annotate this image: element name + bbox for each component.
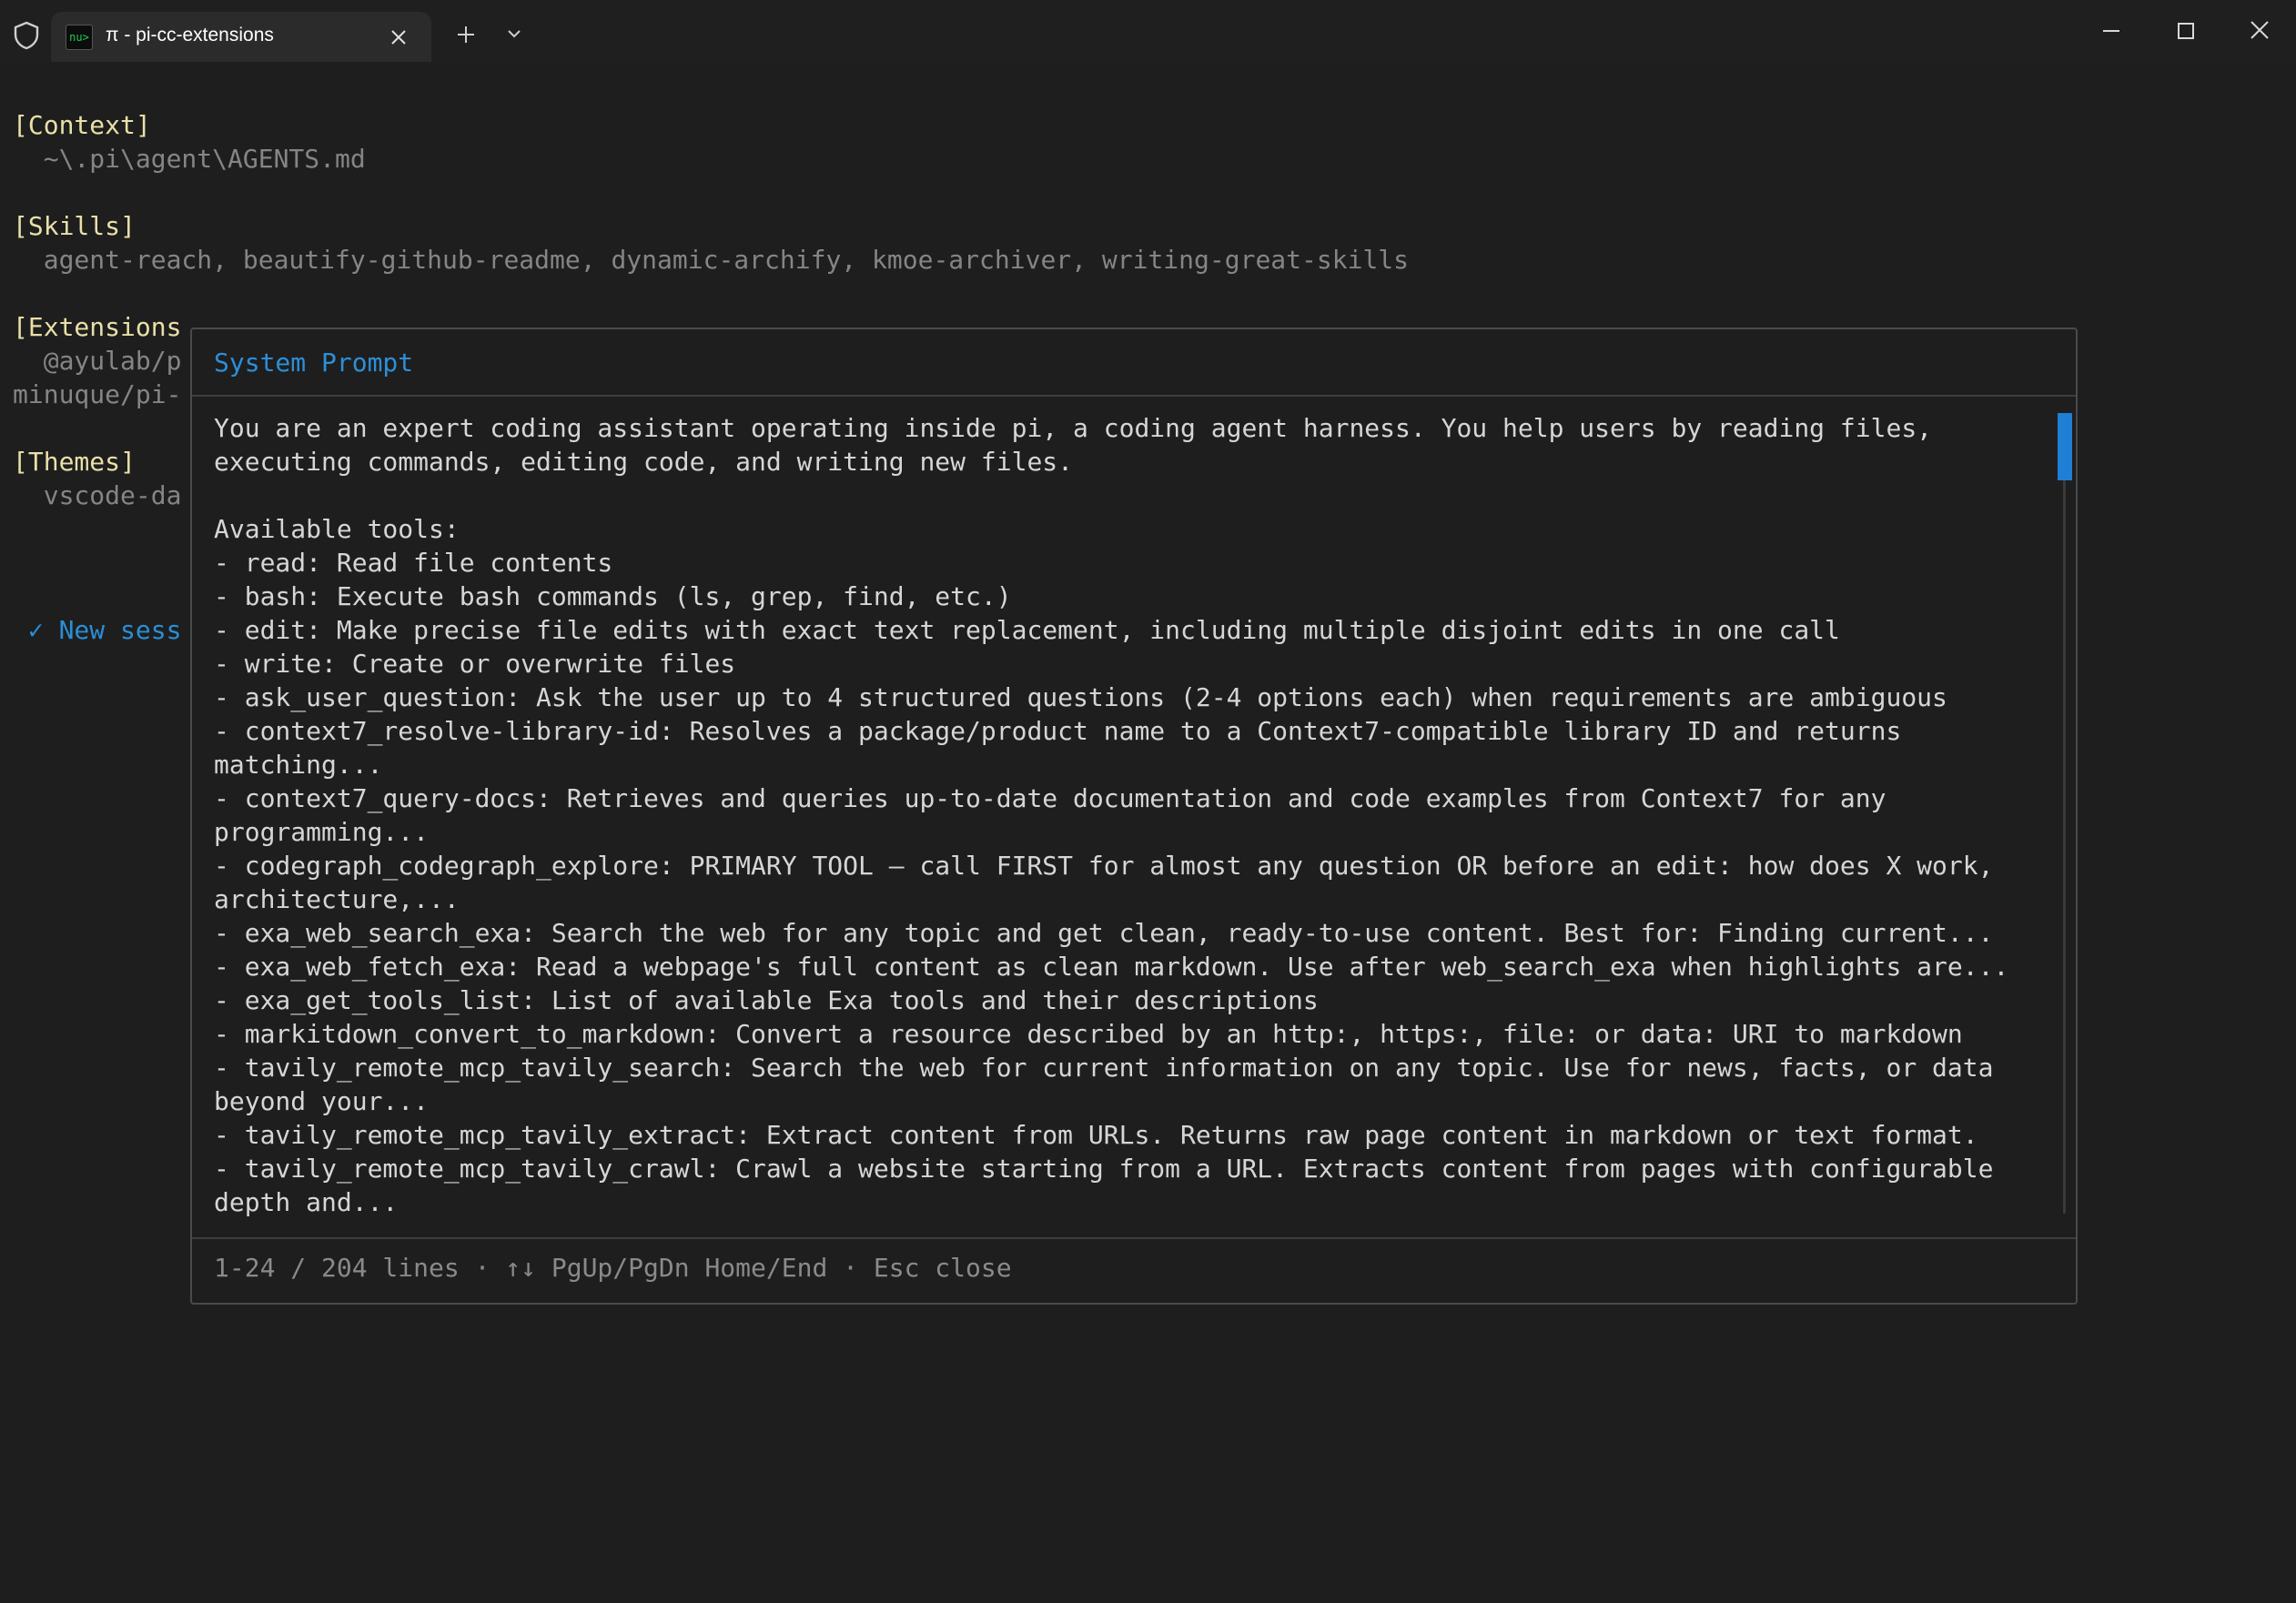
extensions-line-2: minuque/pi-	[13, 379, 182, 409]
scrollbar-thumb[interactable]	[2058, 413, 2072, 480]
tab-terminal[interactable]: nu> π - pi-cc-extensions	[51, 12, 431, 62]
context-header: [Context]	[13, 110, 151, 140]
prompt-line: - write: Create or overwrite files	[214, 649, 736, 679]
prompt-line: - tavily_remote_mcp_tavily_search: Searc…	[214, 1053, 1994, 1083]
tab-title: π - pi-cc-extensions	[106, 25, 274, 45]
prompt-line: - read: Read file contents	[214, 548, 613, 578]
modal-divider-bottom	[192, 1237, 2076, 1239]
scrollbar-track[interactable]	[2063, 413, 2066, 1214]
prompt-line: beyond your...	[214, 1086, 430, 1116]
system-prompt-modal[interactable]: System Prompt You are an expert coding a…	[190, 328, 2078, 1305]
modal-title: System Prompt	[214, 348, 414, 378]
skills-header: [Skills]	[13, 211, 136, 241]
close-icon[interactable]	[388, 26, 410, 48]
modal-footer-hint: 1-24 / 204 lines · ↑↓ PgUp/PgDn Home/End…	[214, 1253, 1012, 1283]
maximize-icon[interactable]	[2175, 20, 2197, 42]
prompt-line	[214, 479, 2034, 512]
minimize-icon[interactable]	[2100, 20, 2122, 42]
prompt-line: Available tools:	[214, 514, 460, 544]
prompt-line: - tavily_remote_mcp_tavily_crawl: Crawl …	[214, 1154, 1994, 1184]
prompt-line: - context7_resolve-library-id: Resolves …	[214, 716, 1902, 746]
prompt-line: - exa_get_tools_list: List of available …	[214, 985, 1319, 1015]
extensions-line-1: @ayulab/p	[13, 346, 182, 376]
plus-icon[interactable]	[455, 24, 477, 45]
window-close-icon[interactable]	[2248, 18, 2271, 42]
terminal-app-icon: nu>	[66, 25, 93, 50]
themes-header: [Themes]	[13, 447, 136, 477]
prompt-line: executing commands, editing code, and wr…	[214, 447, 1074, 477]
prompt-line: - exa_web_fetch_exa: Read a webpage's fu…	[214, 952, 2009, 982]
modal-divider-top	[192, 395, 2076, 397]
prompt-line: - ask_user_question: Ask the user up to …	[214, 682, 1947, 712]
title-bar: nu> π - pi-cc-extensions	[0, 0, 2296, 62]
prompt-line: matching...	[214, 750, 383, 780]
new-session-status: ✓ New sess	[13, 615, 182, 645]
themes-value: vscode-da	[13, 480, 182, 510]
prompt-line: - bash: Execute bash commands (ls, grep,…	[214, 581, 1012, 611]
prompt-line: - codegraph_codegraph_explore: PRIMARY T…	[214, 851, 1994, 881]
extensions-header: [Extensions	[13, 312, 182, 342]
prompt-line: - exa_web_search_exa: Search the web for…	[214, 918, 1994, 948]
chevron-down-icon[interactable]	[506, 27, 522, 40]
prompt-line: - edit: Make precise file edits with exa…	[214, 615, 1840, 645]
skills-value: agent-reach, beautify-github-readme, dyn…	[13, 245, 1410, 275]
prompt-line: - tavily_remote_mcp_tavily_extract: Extr…	[214, 1120, 1978, 1150]
prompt-line: - markitdown_convert_to_markdown: Conver…	[214, 1019, 1963, 1049]
prompt-line: - context7_query-docs: Retrieves and que…	[214, 783, 1886, 813]
prompt-line: You are an expert coding assistant opera…	[214, 413, 1933, 443]
system-prompt-text[interactable]: You are an expert coding assistant opera…	[214, 411, 2034, 1219]
prompt-line: programming...	[214, 817, 430, 847]
prompt-line: depth and...	[214, 1187, 399, 1217]
context-value: ~\.pi\agent\AGENTS.md	[13, 144, 366, 174]
prompt-line: architecture,...	[214, 884, 460, 914]
shield-icon[interactable]	[13, 21, 40, 50]
